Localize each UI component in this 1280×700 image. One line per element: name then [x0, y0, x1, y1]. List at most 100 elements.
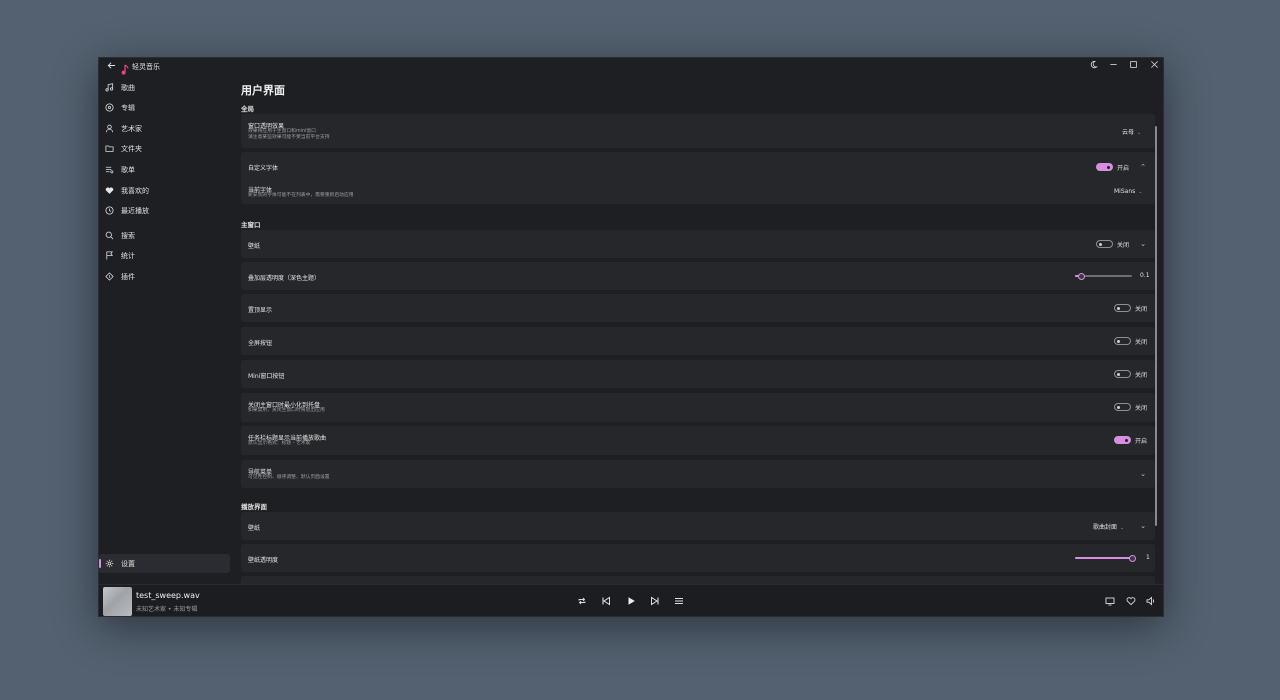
previous-button[interactable] [600, 595, 612, 607]
album-cover[interactable] [103, 587, 132, 616]
title-bar: 轻灵音乐 [99, 58, 1163, 76]
setting-desc: 默认显示格式：标题 - 艺术家 [248, 441, 311, 446]
slider-value: 1 [1146, 554, 1150, 561]
toggle-state-label: 开启 [1117, 165, 1130, 172]
setting-title: 壁纸 [248, 243, 261, 250]
sidebar-item-search[interactable]: 搜索 [99, 226, 230, 245]
sidebar-item-label: 我喜欢的 [121, 186, 149, 195]
favorite-button[interactable] [1125, 595, 1137, 607]
expand-chevron-down-icon[interactable]: ⌄ [1139, 522, 1147, 530]
sidebar-item-folders[interactable]: 文件夹 [99, 139, 230, 158]
disc-icon [105, 103, 114, 112]
chevron-down-icon: ⌄ [1137, 130, 1142, 136]
setting-title: 置顶显示 [248, 307, 273, 314]
setting-title: Mini窗口按钮 [248, 373, 285, 380]
sidebar-item-artists[interactable]: 艺术家 [99, 119, 230, 138]
search-icon [105, 231, 114, 240]
setting-player-wallpaper: 壁纸 歌曲封面 ⌄ ⌄ [241, 512, 1155, 540]
minimize-tray-toggle[interactable] [1114, 403, 1131, 411]
player-wallpaper-dropdown[interactable]: 歌曲封面 ⌄ [1093, 522, 1124, 531]
setting-mini-button: Mini窗口按钮 关闭 [241, 360, 1155, 388]
app-logo-icon [121, 61, 129, 75]
chevron-down-icon: ⌄ [1138, 189, 1143, 195]
queue-button[interactable] [673, 595, 685, 607]
repeat-icon [578, 597, 586, 605]
app-title: 轻灵音乐 [132, 63, 160, 71]
mini-button-toggle[interactable] [1114, 370, 1131, 378]
setting-fullscreen-button: 全屏按钮 关闭 [241, 327, 1155, 355]
sidebar-item-label: 搜索 [121, 231, 135, 240]
section-header-main-window: 主窗口 [241, 221, 261, 229]
volume-icon [1146, 596, 1155, 606]
expand-chevron-down-icon[interactable]: ⌄ [1139, 240, 1147, 248]
toggle-state-label: 关闭 [1117, 242, 1130, 249]
back-button[interactable] [105, 61, 117, 73]
repeat-button[interactable] [576, 595, 588, 607]
overlay-opacity-slider[interactable] [1075, 272, 1132, 280]
sidebar-item-albums[interactable]: 专辑 [99, 98, 230, 117]
window-effect-dropdown[interactable]: 云母 ⌄ [1122, 127, 1141, 136]
desktop-lyrics-button[interactable] [1104, 595, 1116, 607]
setting-desc: 新安装的字体可能不在列表中，需要重新启动应用 [248, 193, 354, 198]
sidebar-item-favorites[interactable]: 我喜欢的 [99, 181, 230, 200]
close-button[interactable] [1146, 60, 1162, 74]
setting-wallpaper: 壁纸 关闭 ⌄ [241, 230, 1155, 258]
setting-nav-menu[interactable]: 导航菜单 可见性控制、顺序调整、默认页面设置 ⌄ [241, 460, 1155, 488]
sidebar-item-label: 专辑 [121, 103, 135, 112]
maximize-button[interactable] [1125, 60, 1141, 74]
sidebar-item-label: 插件 [121, 272, 135, 281]
setting-title: 全屏按钮 [248, 340, 273, 347]
song-artist-album[interactable]: 未知艺术家 • 未知专辑 [136, 604, 197, 613]
sidebar-item-settings[interactable]: 设置 [99, 554, 230, 573]
next-button[interactable] [649, 595, 661, 607]
song-title[interactable]: test_sweep.wav [136, 591, 200, 600]
history-icon [105, 206, 114, 215]
theme-toggle-button[interactable] [1085, 60, 1101, 74]
slider-thumb[interactable] [1077, 272, 1085, 280]
sidebar-item-label: 最近播放 [121, 206, 149, 215]
sidebar-item-recent[interactable]: 最近播放 [99, 201, 230, 220]
wallpaper-toggle[interactable] [1096, 240, 1113, 248]
gear-icon [105, 559, 114, 568]
section-header-player-ui: 播放界面 [241, 503, 267, 511]
setting-taskbar-title: 任务栏标题显示当前播放歌曲 默认显示格式：标题 - 艺术家 开启 [241, 426, 1155, 455]
toggle-state-label: 关闭 [1135, 306, 1148, 313]
section-header-global: 全局 [241, 105, 254, 113]
setting-minimize-tray: 关闭主窗口时最小化到托盘 如果禁用，关闭主窗口时将退出应用 关闭 [241, 393, 1155, 422]
moon-icon [1090, 60, 1098, 69]
sidebar-item-label: 歌单 [121, 165, 135, 174]
fullscreen-button-toggle[interactable] [1114, 337, 1131, 345]
taskbar-title-toggle[interactable] [1114, 436, 1131, 444]
volume-button[interactable] [1145, 595, 1157, 607]
screen-icon [1105, 597, 1115, 606]
sidebar-item-label: 艺术家 [121, 124, 142, 133]
sidebar: 歌曲 专辑 艺术家 文件夹 歌单 我喜欢的 最近播放 搜索 统计 插件 设置 [99, 76, 233, 584]
wallpaper-opacity-slider[interactable] [1075, 554, 1136, 562]
flag-icon [105, 251, 114, 260]
queue-list-icon [675, 598, 683, 604]
custom-font-toggle[interactable] [1096, 163, 1113, 171]
expand-chevron-down-icon[interactable]: ⌄ [1139, 470, 1147, 478]
slider-thumb[interactable] [1128, 554, 1136, 562]
setting-always-on-top: 置顶显示 关闭 [241, 294, 1155, 322]
setting-window-effect: 窗口透明效果 效果将应用于主窗口和mini窗口 请注意某些效果可能不受当前平台支… [241, 114, 1155, 148]
play-button[interactable] [625, 595, 637, 607]
sidebar-item-label: 歌曲 [121, 83, 135, 92]
vertical-scrollbar[interactable] [1155, 126, 1157, 526]
collapse-chevron-up-icon[interactable]: ⌃ [1139, 163, 1147, 171]
minimize-button[interactable] [1105, 60, 1121, 74]
setting-wallpaper-opacity: 壁纸透明度 1 [241, 544, 1155, 572]
setting-desc: 请注意某些效果可能不受当前平台支持 [248, 135, 330, 140]
music-note-icon [105, 83, 114, 92]
slider-value: 0.1 [1140, 272, 1150, 279]
toggle-state-label: 关闭 [1135, 405, 1148, 412]
always-on-top-toggle[interactable] [1114, 304, 1131, 312]
settings-content: 用户界面 全局 窗口透明效果 效果将应用于主窗口和mini窗口 请注意某些效果可… [233, 76, 1159, 584]
maximize-icon [1129, 61, 1137, 68]
sidebar-item-playlists[interactable]: 歌单 [99, 160, 230, 179]
play-icon [628, 597, 635, 605]
sidebar-item-songs[interactable]: 歌曲 [99, 78, 230, 97]
font-dropdown[interactable]: MiSans ⌄ [1114, 188, 1142, 195]
sidebar-item-stats[interactable]: 统计 [99, 246, 230, 265]
sidebar-item-plugins[interactable]: 插件 [99, 267, 230, 286]
